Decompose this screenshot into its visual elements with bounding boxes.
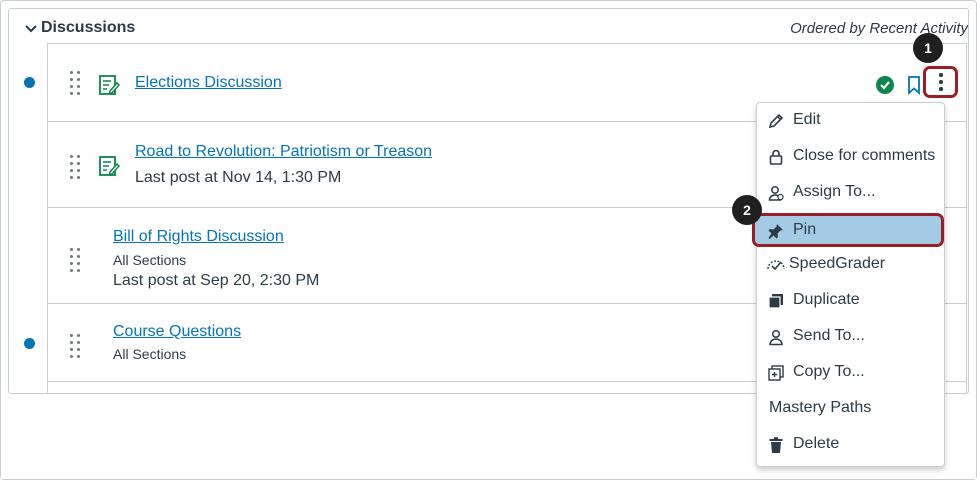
discussion-title-link[interactable]: Elections Discussion [135, 74, 282, 92]
step-callout-2: 2 [732, 195, 762, 225]
graded-assignment-icon [99, 75, 120, 95]
menu-item-close-for-comments[interactable]: Close for comments [757, 139, 944, 175]
drag-handle-icon[interactable] [70, 155, 82, 179]
discussion-title-link[interactable]: Course Questions [113, 323, 241, 341]
menu-item-pin[interactable]: Pin [752, 213, 944, 247]
step-callout-1: 1 [913, 33, 943, 63]
sort-order-label: Ordered by Recent Activity [790, 20, 968, 37]
graded-assignment-icon [99, 156, 120, 176]
pencil-icon [768, 113, 784, 129]
drag-handle-icon[interactable] [70, 334, 82, 358]
copy-icon [768, 365, 784, 381]
menu-item-send-to[interactable]: Send To... [757, 319, 944, 355]
menu-item-speedgrader[interactable]: SpeedGrader [757, 247, 944, 283]
menu-item-duplicate[interactable]: Duplicate [757, 283, 944, 319]
sections-text: All Sections [113, 252, 187, 268]
section-title: Discussions [41, 19, 136, 36]
unread-indicator [24, 338, 35, 349]
lock-icon [769, 149, 783, 165]
sections-text: All Sections [113, 346, 187, 362]
published-check-icon[interactable] [876, 76, 894, 94]
discussion-title-link[interactable]: Bill of Rights Discussion [113, 228, 284, 246]
duplicate-icon [768, 294, 783, 309]
discussions-header[interactable]: Discussions Ordered by Recent Activity [23, 19, 968, 43]
last-post-text: Last post at Nov 14, 1:30 PM [135, 169, 342, 186]
menu-item-mastery-paths[interactable]: Mastery Paths [757, 391, 944, 427]
more-options-button[interactable] [923, 66, 958, 98]
last-post-text: Last post at Sep 20, 2:30 PM [113, 272, 320, 289]
menu-item-copy-to[interactable]: Copy To... [757, 355, 944, 391]
bookmark-icon[interactable] [906, 75, 922, 95]
speedgrader-icon [767, 260, 785, 271]
drag-handle-icon[interactable] [70, 71, 82, 95]
menu-item-edit[interactable]: Edit [757, 103, 944, 139]
drag-handle-icon[interactable] [70, 248, 82, 272]
send-user-icon [769, 329, 783, 346]
menu-item-delete[interactable]: Delete [757, 427, 944, 463]
menu-item-assign-to[interactable]: Assign To... [757, 175, 944, 211]
discussion-title-link[interactable]: Road to Revolution: Patriotism or Treaso… [135, 143, 432, 161]
discussion-options-menu: Edit Close for comments Assign To... Pin… [752, 102, 945, 467]
chevron-down-icon[interactable] [23, 21, 39, 37]
pin-icon [768, 224, 783, 239]
assign-user-icon [768, 186, 784, 201]
trash-icon [769, 437, 783, 453]
unread-indicator [24, 77, 35, 88]
